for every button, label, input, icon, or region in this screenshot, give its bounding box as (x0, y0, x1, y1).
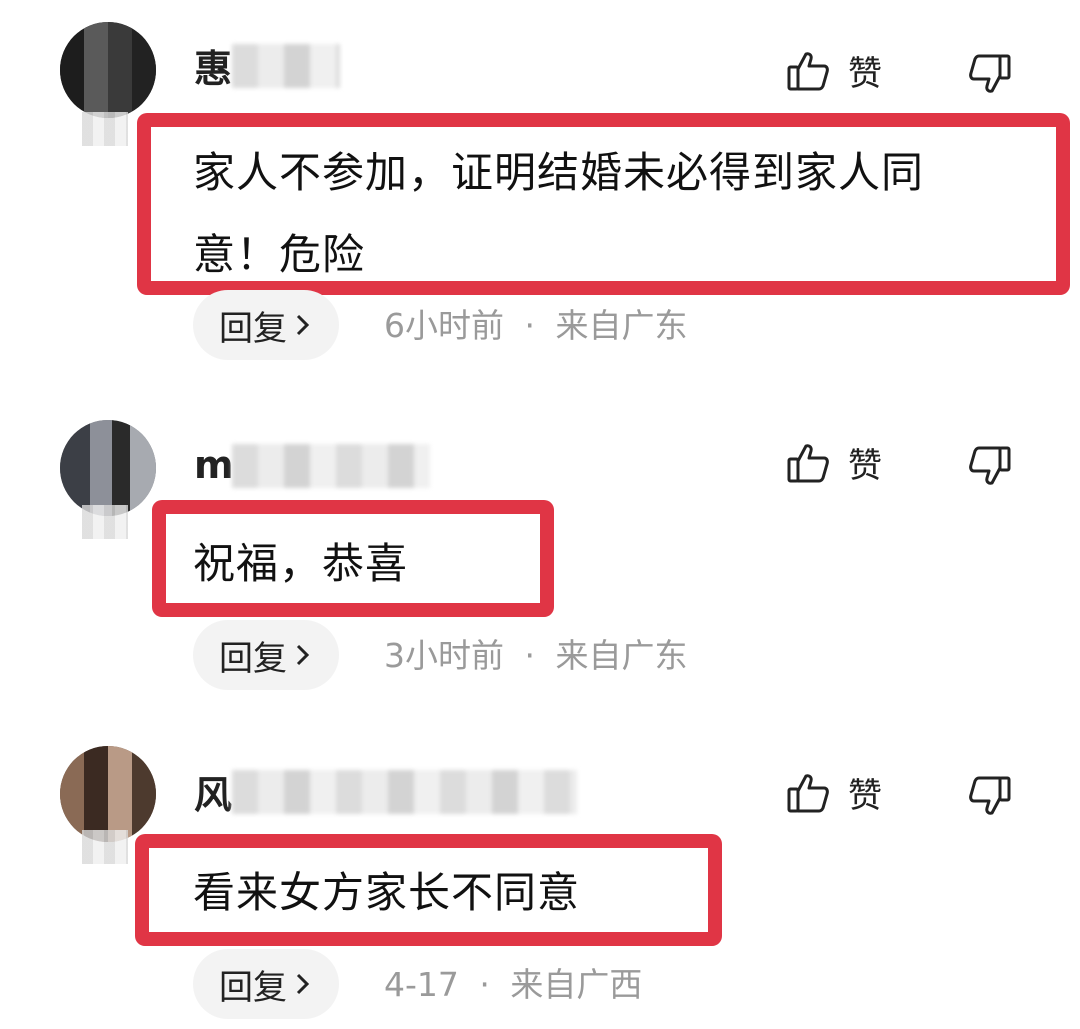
comment-meta: 4-17 · 来自广西 (384, 968, 642, 1001)
thumbs-down-icon (968, 444, 1012, 488)
avatar[interactable] (60, 420, 156, 516)
comment-time: 6小时前 (384, 306, 504, 345)
comment-text-line: 看来女方家长不同意 (193, 868, 581, 917)
comment-text: 家人不参加，证明结婚未必得到家人同 意！危险 (193, 132, 924, 296)
username-blur (232, 770, 577, 814)
reply-label: 回复 (219, 638, 287, 679)
comment-text-line: 祝福，恭喜 (193, 539, 409, 588)
username[interactable]: 风 (194, 776, 232, 814)
reply-label: 回复 (219, 308, 287, 349)
username[interactable]: m (194, 446, 234, 484)
avatar-mosaic (60, 420, 156, 516)
username-blur (232, 44, 340, 88)
comment-text-line: 意！危险 (193, 230, 366, 279)
thumbs-down-icon (968, 52, 1012, 96)
chevron-right-icon (293, 642, 313, 668)
like-label: 赞 (848, 446, 882, 486)
avatar-blur-strip (82, 830, 128, 864)
comment-location: 来自广西 (510, 965, 643, 1004)
comment-meta: 3小时前 · 来自广东 (384, 639, 688, 672)
chevron-right-icon (293, 971, 313, 997)
thumbs-up-icon (786, 49, 830, 93)
chevron-right-icon (293, 312, 313, 338)
reply-label: 回复 (219, 967, 287, 1008)
dislike-button[interactable] (968, 444, 1012, 488)
username[interactable]: 惠 (194, 50, 232, 88)
avatar-mosaic (60, 746, 156, 842)
dislike-button[interactable] (968, 52, 1012, 96)
meta-separator: · (524, 306, 536, 345)
like-button[interactable]: 赞 (786, 768, 882, 817)
thumbs-down-icon (968, 774, 1012, 818)
meta-separator: · (479, 965, 490, 1004)
avatar-blur-strip (82, 112, 128, 146)
comment-meta: 6小时前 · 来自广东 (384, 309, 688, 342)
avatar[interactable] (60, 746, 156, 842)
comment-item: 惠 赞 家人不参加，证明结婚未必得到家人同 意！危险 回复 6小时前 · 来自广… (0, 0, 1080, 380)
comment-location: 来自广东 (555, 636, 688, 675)
avatar-mosaic (60, 22, 156, 118)
avatar[interactable] (60, 22, 156, 118)
avatar-blur-strip (82, 505, 128, 539)
reply-button[interactable]: 回复 (193, 290, 339, 360)
comment-time: 4-17 (384, 965, 459, 1004)
like-label: 赞 (848, 776, 882, 816)
like-button[interactable]: 赞 (786, 438, 882, 487)
comment-text-line: 家人不参加，证明结婚未必得到家人同 (193, 148, 925, 197)
thumbs-up-icon (786, 441, 830, 485)
thumbs-up-icon (786, 771, 830, 815)
comment-item: 风 赞 看来女方家长不同意 回复 4-17 · 来自广西 (0, 0, 1080, 1019)
like-label: 赞 (848, 54, 882, 94)
comment-time: 3小时前 (384, 636, 504, 675)
comment-text: 看来女方家长不同意 (193, 852, 580, 934)
comment-text: 祝福，恭喜 (193, 523, 408, 605)
reply-button[interactable]: 回复 (193, 620, 339, 690)
meta-separator: · (524, 636, 536, 675)
dislike-button[interactable] (968, 774, 1012, 818)
username-blur (232, 444, 430, 488)
comment-location: 来自广东 (555, 306, 688, 345)
like-button[interactable]: 赞 (786, 46, 882, 95)
reply-button[interactable]: 回复 (193, 949, 339, 1019)
